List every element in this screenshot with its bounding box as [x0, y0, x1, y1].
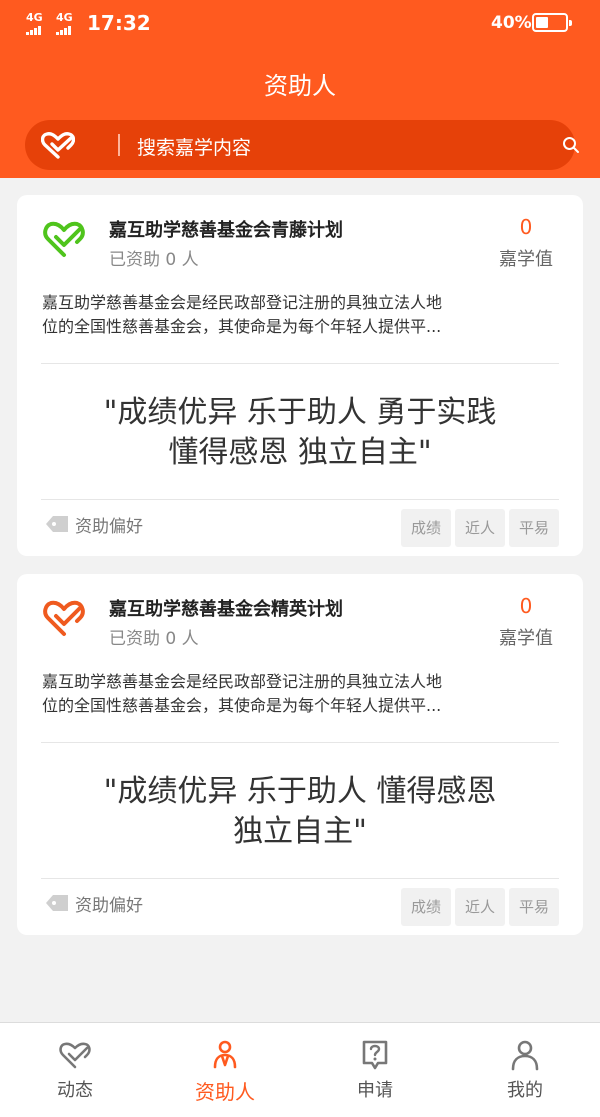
- preference-label: 资助偏好: [75, 517, 143, 537]
- header-bar: 4G 4G 17:32 40% 资助人 搜索嘉学内容: [0, 0, 600, 178]
- signal-icon-2: 4G: [56, 11, 73, 35]
- bottom-tab-bar: 动态 资助人 申请 我的: [0, 1022, 600, 1117]
- search-input[interactable]: 搜索嘉学内容: [137, 133, 251, 160]
- search-bar[interactable]: 搜索嘉学内容: [25, 120, 579, 170]
- signal-label-1: 4G: [26, 11, 43, 24]
- preference-tag: 平易: [509, 888, 559, 926]
- question-bubble-icon: [362, 1040, 388, 1070]
- preference-label: 资助偏好: [75, 896, 143, 916]
- divider: [41, 742, 559, 743]
- preference-tag: 成绩: [401, 888, 451, 926]
- jiaxue-logo-icon: [41, 132, 75, 159]
- org-description: 嘉互助学慈善基金会是经民政部登记注册的具独立法人地 位的全国性慈善基金会，其使命…: [42, 291, 562, 339]
- tab-label: 我的: [507, 1080, 543, 1101]
- user-icon: [511, 1040, 539, 1071]
- org-logo-icon: [43, 600, 85, 636]
- preference-tag: 平易: [509, 509, 559, 547]
- tag-icon: [46, 516, 68, 532]
- motto-line: "成绩优异 乐于助人 懂得感恩: [103, 774, 497, 809]
- divider: [41, 363, 559, 364]
- preference-tag: 成绩: [401, 509, 451, 547]
- people-icon: [213, 1040, 237, 1069]
- divider: [41, 499, 559, 500]
- tab-label: 申请: [357, 1080, 393, 1101]
- desc-line: 嘉互助学慈善基金会是经民政部登记注册的具独立法人地: [42, 672, 443, 691]
- status-bar: 4G 4G 17:32 40%: [0, 0, 600, 48]
- status-time: 17:32: [87, 11, 151, 35]
- signal-icon-1: 4G: [26, 11, 43, 35]
- sponsor-card[interactable]: 嘉互助学慈善基金会精英计划 已资助 0 人 0 嘉学值 嘉互助学慈善基金会是经民…: [17, 574, 583, 935]
- org-name: 嘉互助学慈善基金会精英计划: [109, 599, 343, 620]
- org-logo-icon: [43, 221, 85, 257]
- motto-line: 独立自主": [233, 814, 367, 849]
- org-name: 嘉互助学慈善基金会青藤计划: [109, 220, 343, 241]
- score-label: 嘉学值: [499, 249, 553, 270]
- org-description: 嘉互助学慈善基金会是经民政部登记注册的具独立法人地 位的全国性慈善基金会，其使命…: [42, 670, 562, 718]
- divider: [41, 878, 559, 879]
- motto: "成绩优异 乐于助人 勇于实践 懂得感恩 独立自主": [41, 393, 559, 473]
- search-divider: [118, 134, 120, 156]
- tab-label: 动态: [57, 1080, 93, 1101]
- search-icon[interactable]: [562, 136, 580, 154]
- battery-icon: [532, 13, 572, 32]
- score-label: 嘉学值: [499, 628, 553, 649]
- funded-count: 已资助 0 人: [109, 629, 199, 649]
- desc-line: 嘉互助学慈善基金会是经民政部登记注册的具独立法人地: [42, 293, 443, 312]
- funded-count: 已资助 0 人: [109, 250, 199, 270]
- desc-line: 位的全国性慈善基金会，其使命是为每个年轻人提供平...: [42, 696, 442, 715]
- preference-tag: 近人: [455, 888, 505, 926]
- signal-label-2: 4G: [56, 11, 73, 24]
- tab-label: 资助人: [195, 1080, 255, 1104]
- score-value: 0: [519, 594, 533, 618]
- tab-profile[interactable]: 我的: [450, 1023, 600, 1117]
- score-value: 0: [519, 215, 533, 239]
- battery-percent: 40%: [491, 13, 532, 33]
- motto: "成绩优异 乐于助人 懂得感恩 独立自主": [41, 772, 559, 852]
- motto-line: 懂得感恩 独立自主": [168, 435, 432, 470]
- sponsor-card[interactable]: 嘉互助学慈善基金会青藤计划 已资助 0 人 0 嘉学值 嘉互助学慈善基金会是经民…: [17, 195, 583, 556]
- tab-sponsors[interactable]: 资助人: [150, 1023, 300, 1117]
- tab-apply[interactable]: 申请: [300, 1023, 450, 1117]
- desc-line: 位的全国性慈善基金会，其使命是为每个年轻人提供平...: [42, 317, 442, 336]
- tag-icon: [46, 895, 68, 911]
- heart-check-icon: [59, 1042, 91, 1069]
- preference-tag: 近人: [455, 509, 505, 547]
- motto-line: "成绩优异 乐于助人 勇于实践: [103, 395, 497, 430]
- tab-feed[interactable]: 动态: [0, 1023, 150, 1117]
- page-title: 资助人: [264, 72, 336, 100]
